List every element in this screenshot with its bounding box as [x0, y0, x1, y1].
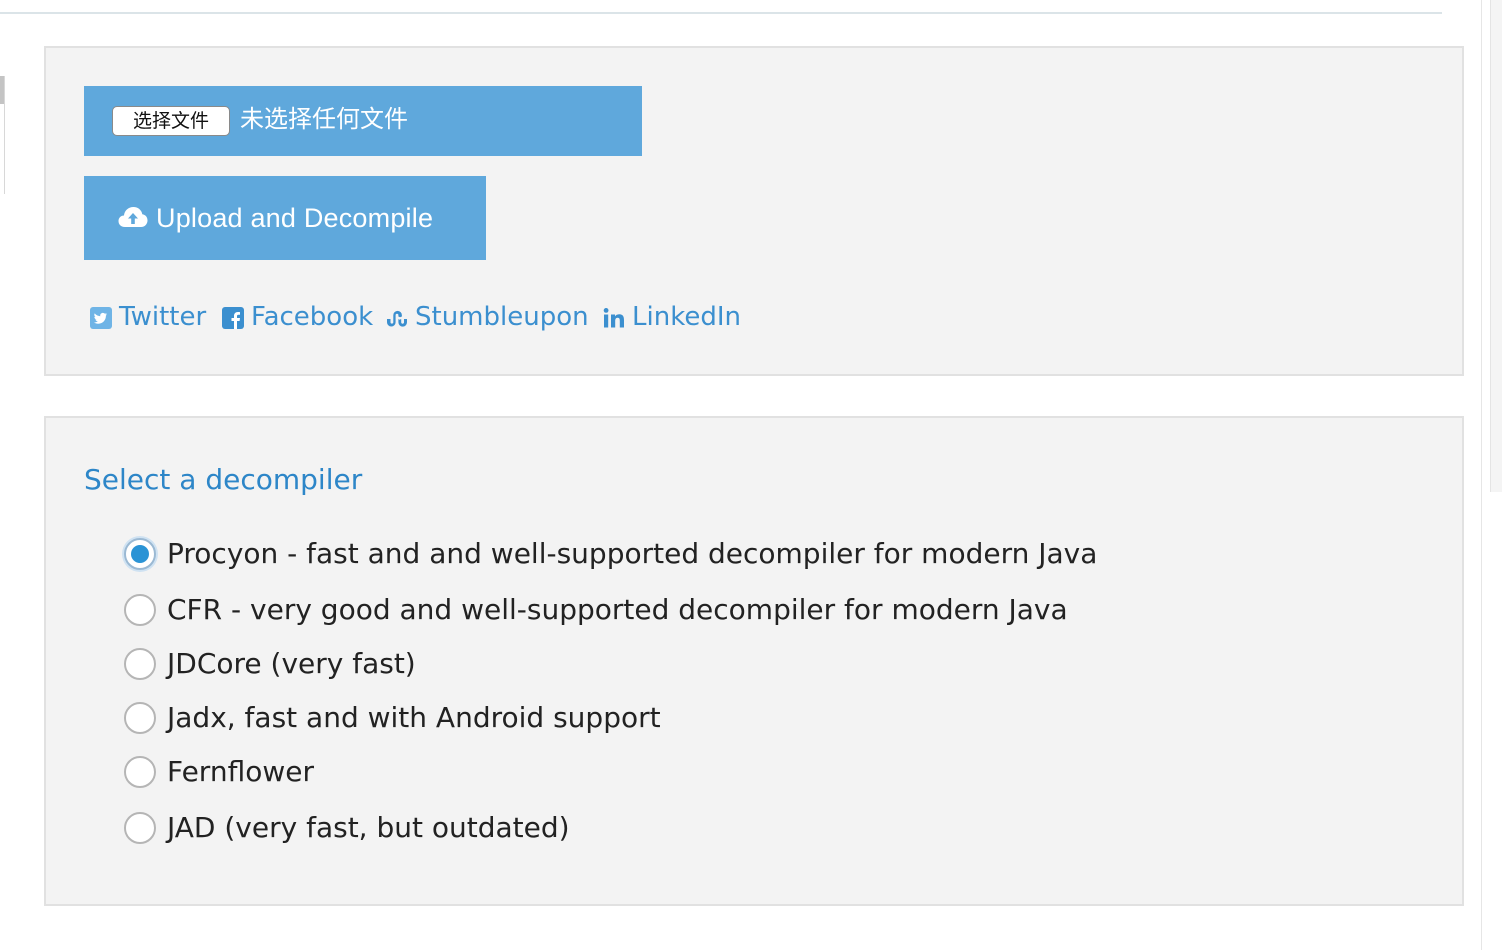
choose-file-button[interactable]: 选择文件: [112, 106, 230, 136]
option-label: CFR - very good and well-supported decom…: [167, 593, 1068, 626]
radio-button[interactable]: [124, 812, 156, 844]
file-input[interactable]: 选择文件 未选择任何文件: [84, 86, 642, 156]
top-divider: [0, 12, 1442, 14]
file-status-text: 未选择任何文件: [240, 105, 408, 133]
radio-button[interactable]: [124, 594, 156, 626]
option-label: JDCore (very fast): [167, 647, 416, 680]
scrollbar-thumb[interactable]: [1490, 0, 1502, 492]
linkedin-link-label: LinkedIn: [632, 302, 741, 332]
facebook-link-label: Facebook: [251, 302, 374, 332]
linkedin-link[interactable]: LinkedIn: [603, 300, 743, 334]
decompiler-option-fernflower[interactable]: Fernflower: [124, 752, 1124, 792]
stumbleupon-icon: [387, 310, 407, 327]
linkedin-icon: [603, 308, 624, 328]
radio-button[interactable]: [124, 702, 156, 734]
stumbleupon-link-label: Stumbleupon: [415, 302, 589, 332]
twitter-icon: [90, 307, 112, 329]
section-title: Select a decompiler: [84, 463, 363, 496]
upload-and-decompile-button[interactable]: Upload and Decompile: [84, 176, 486, 260]
decompiler-option-procyon[interactable]: Procyon - fast and and well-supported de…: [124, 534, 1124, 574]
decompiler-option-jdcore[interactable]: JDCore (very fast): [124, 644, 1124, 684]
decompiler-panel: Select a decompiler Procyon - fast and a…: [44, 416, 1464, 906]
radio-button[interactable]: [124, 756, 156, 788]
decompiler-option-jad[interactable]: JAD (very fast, but outdated): [124, 808, 1124, 848]
radio-button[interactable]: [124, 538, 156, 570]
facebook-link[interactable]: Facebook: [222, 300, 374, 334]
radio-button[interactable]: [124, 648, 156, 680]
option-label: JAD (very fast, but outdated): [167, 811, 570, 844]
facebook-icon: [222, 307, 244, 329]
stumbleupon-link[interactable]: Stumbleupon: [386, 300, 591, 334]
twitter-link-label: Twitter: [119, 302, 207, 332]
option-label: Jadx, fast and with Android support: [167, 701, 661, 734]
vertical-scrollbar[interactable]: [1481, 0, 1502, 950]
decompiler-option-cfr[interactable]: CFR - very good and well-supported decom…: [124, 590, 1124, 630]
upload-panel: 选择文件 未选择任何文件 Upload and Decompile Twitte…: [44, 46, 1464, 376]
cloud-upload-icon: [118, 207, 148, 227]
option-label: Procyon - fast and and well-supported de…: [167, 537, 1098, 570]
decompiler-option-jadx[interactable]: Jadx, fast and with Android support: [124, 698, 1124, 738]
option-label: Fernflower: [167, 755, 314, 788]
upload-button-label: Upload and Decompile: [156, 203, 434, 233]
left-edge-tab: [0, 76, 5, 194]
twitter-link[interactable]: Twitter: [90, 300, 210, 334]
page: 选择文件 未选择任何文件 Upload and Decompile Twitte…: [0, 0, 1502, 950]
